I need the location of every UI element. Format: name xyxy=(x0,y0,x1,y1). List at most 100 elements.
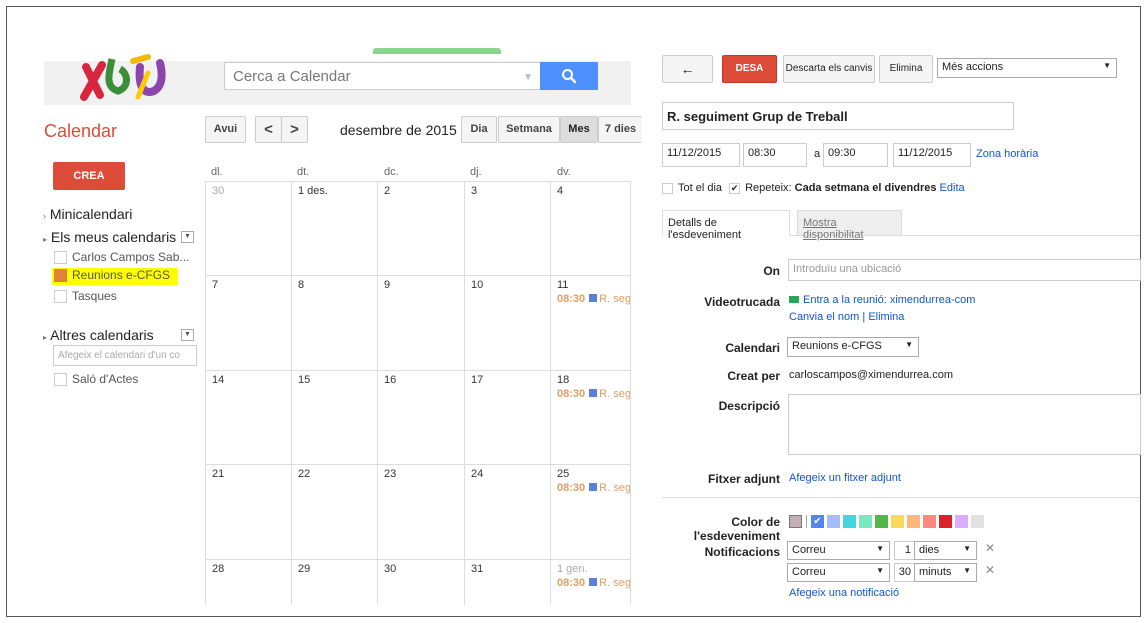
day-number[interactable]: 28 xyxy=(212,563,224,575)
add-attachment-link[interactable]: Afegeix un fitxer adjunt xyxy=(789,472,901,484)
remove-video-link[interactable]: Elimina xyxy=(868,311,904,323)
rename-link[interactable]: Canvia el nom xyxy=(789,311,859,323)
event-title-input[interactable]: R. seguiment Grup de Treball xyxy=(662,102,1014,130)
tab-event-details[interactable]: Detalls de l'esdeveniment xyxy=(662,210,790,241)
search-options-icon[interactable]: ▼ xyxy=(523,72,533,83)
day-number[interactable]: 8 xyxy=(298,279,304,291)
calendar-select[interactable]: Reunions e-CFGS ▼ xyxy=(787,337,919,357)
day-number[interactable]: 1 gen. xyxy=(557,563,588,575)
day-cell[interactable]: 7 xyxy=(205,275,291,370)
other-calendars-menu-icon[interactable]: ▼ xyxy=(181,329,194,341)
notification-unit-select[interactable]: minuts ▼ xyxy=(914,563,977,582)
color-swatch[interactable] xyxy=(827,515,840,529)
join-meeting-link[interactable]: Entra a la reunió: ximendurrea-com xyxy=(803,294,975,306)
day-cell[interactable]: 31 xyxy=(464,559,550,605)
start-date-input[interactable]: 11/12/2015 xyxy=(662,143,740,167)
day-cell[interactable]: 14 xyxy=(205,370,291,464)
today-button[interactable]: Avui xyxy=(205,116,246,143)
day-number[interactable]: 11 xyxy=(557,279,568,291)
calendar-checkbox[interactable] xyxy=(54,290,67,304)
all-day-checkbox[interactable] xyxy=(662,182,673,194)
tab-availability[interactable]: Mostra disponibilitat xyxy=(797,210,902,241)
calendar-item-salo[interactable]: Saló d'Actes xyxy=(54,372,138,387)
event-chip[interactable]: 08:30 R. seg xyxy=(557,293,630,305)
color-swatch[interactable] xyxy=(891,515,904,529)
day-cell[interactable]: 30 xyxy=(205,181,291,275)
my-calendars-menu-icon[interactable]: ▼ xyxy=(181,231,194,243)
where-input[interactable]: Introduïu una ubicació xyxy=(788,259,1141,281)
prev-button[interactable]: < xyxy=(255,116,282,143)
color-swatch[interactable] xyxy=(859,515,872,529)
notification-amount-input[interactable]: 30 xyxy=(894,563,915,582)
color-swatch[interactable] xyxy=(875,515,888,529)
search-input[interactable]: Cerca a Calendar ▼ xyxy=(224,62,542,90)
day-cell[interactable]: 3 xyxy=(464,181,550,275)
day-number[interactable]: 2 xyxy=(384,185,390,197)
day-cell[interactable]: 17 xyxy=(464,370,550,464)
day-cell[interactable]: 11 08:30 R. seg xyxy=(550,275,630,370)
end-date-input[interactable]: 11/12/2015 xyxy=(893,143,971,167)
day-number[interactable]: 9 xyxy=(384,279,390,291)
view-7days-button[interactable]: 7 dies xyxy=(598,116,642,143)
day-number[interactable]: 3 xyxy=(471,185,477,197)
my-calendars-toggle[interactable]: ▸ Els meus calendaris xyxy=(43,229,176,245)
day-number[interactable]: 31 xyxy=(471,563,483,575)
notification-amount-input[interactable]: 1 xyxy=(894,541,915,560)
color-swatch[interactable] xyxy=(907,515,920,529)
end-time-input[interactable]: 09:30 xyxy=(823,143,888,167)
day-number[interactable]: 21 xyxy=(212,468,224,480)
day-cell[interactable]: 1 des. xyxy=(291,181,377,275)
color-swatch-selected[interactable]: ✔ xyxy=(811,515,824,529)
day-cell[interactable]: 15 xyxy=(291,370,377,464)
day-cell[interactable]: 29 xyxy=(291,559,377,605)
view-day-button[interactable]: Dia xyxy=(461,116,497,143)
event-chip[interactable]: 08:30 R. seg xyxy=(557,482,630,494)
day-number[interactable]: 1 des. xyxy=(298,185,328,197)
day-number[interactable]: 22 xyxy=(298,468,310,480)
next-button[interactable]: > xyxy=(281,116,308,143)
repeat-edit-link[interactable]: Edita xyxy=(940,182,965,194)
timezone-link[interactable]: Zona horària xyxy=(976,148,1038,160)
notification-type-select[interactable]: Correu ▼ xyxy=(787,563,890,582)
day-cell[interactable]: 24 xyxy=(464,464,550,559)
color-swatch-default[interactable] xyxy=(789,515,802,529)
notification-type-select[interactable]: Correu ▼ xyxy=(787,541,890,560)
notification-unit-select[interactable]: dies ▼ xyxy=(914,541,977,560)
create-button[interactable]: CREA xyxy=(53,162,125,190)
day-number[interactable]: 25 xyxy=(557,468,569,480)
color-swatch[interactable] xyxy=(971,515,984,529)
remove-notification-icon[interactable]: ✕ xyxy=(985,563,995,577)
add-notification-link[interactable]: Afegeix una notificació xyxy=(789,587,899,599)
day-number[interactable]: 10 xyxy=(471,279,483,291)
color-swatch[interactable] xyxy=(939,515,952,529)
calendar-item-tasques[interactable]: Tasques xyxy=(54,289,117,304)
day-number[interactable]: 24 xyxy=(471,468,483,480)
day-number[interactable]: 18 xyxy=(557,374,569,386)
search-button[interactable] xyxy=(540,62,598,90)
day-cell[interactable]: 28 xyxy=(205,559,291,605)
day-cell[interactable]: 22 xyxy=(291,464,377,559)
start-time-input[interactable]: 08:30 xyxy=(743,143,807,167)
other-calendars-toggle[interactable]: ▸ Altres calendaris xyxy=(43,327,154,343)
day-number[interactable]: 15 xyxy=(298,374,310,386)
description-textarea[interactable] xyxy=(788,394,1141,455)
calendar-checkbox[interactable] xyxy=(54,269,67,283)
calendar-item-reunions[interactable]: Reunions e-CFGS xyxy=(52,268,178,285)
repeat-checkbox[interactable]: ✔ xyxy=(729,182,741,194)
day-cell[interactable]: 2 xyxy=(377,181,464,275)
day-cell[interactable]: 18 08:30 R. seg xyxy=(550,370,630,464)
day-cell[interactable]: 30 xyxy=(377,559,464,605)
event-chip[interactable]: 08:30 R. seg xyxy=(557,577,630,589)
day-cell[interactable]: 8 xyxy=(291,275,377,370)
day-number[interactable]: 30 xyxy=(384,563,396,575)
save-button[interactable]: DESA xyxy=(722,55,777,83)
discard-button[interactable]: Descarta els canvis xyxy=(783,55,875,83)
day-number[interactable]: 29 xyxy=(298,563,310,575)
color-swatch[interactable] xyxy=(955,515,968,529)
calendar-checkbox[interactable] xyxy=(54,373,67,387)
calendar-checkbox[interactable] xyxy=(54,251,67,265)
day-cell[interactable]: 16 xyxy=(377,370,464,464)
day-cell[interactable]: 4 xyxy=(550,181,630,275)
day-cell[interactable]: 25 08:30 R. seg xyxy=(550,464,630,559)
color-swatch[interactable] xyxy=(923,515,936,529)
